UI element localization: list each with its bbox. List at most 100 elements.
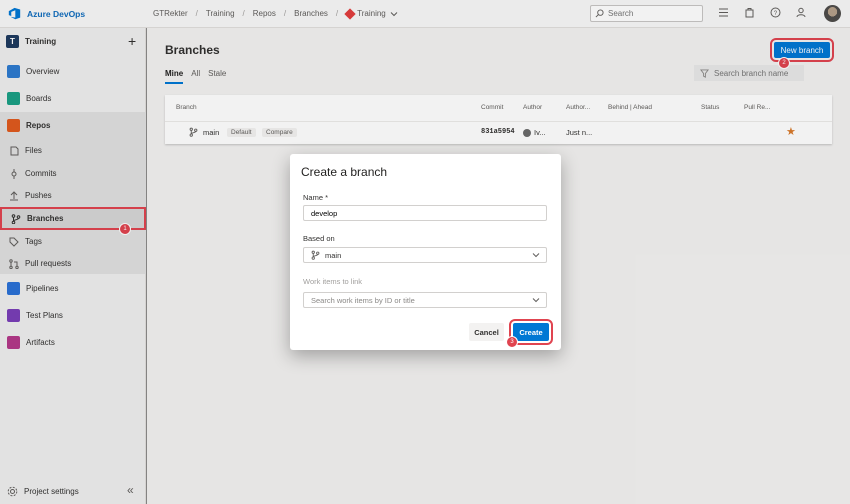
branch-name-field[interactable] bbox=[303, 205, 547, 221]
sidebar-item-label: Files bbox=[25, 146, 42, 155]
commits-icon bbox=[9, 168, 19, 179]
gear-icon bbox=[7, 486, 18, 497]
chevron-down-icon bbox=[532, 298, 540, 303]
step-badge-3: 3 bbox=[506, 336, 518, 348]
new-branch-button[interactable]: New branch bbox=[770, 38, 834, 62]
column-header[interactable]: Branch bbox=[176, 104, 197, 111]
project-name: Training bbox=[25, 37, 57, 46]
help-icon[interactable]: ? bbox=[769, 6, 782, 19]
project-header[interactable]: T Training bbox=[6, 35, 56, 48]
based-on-value: main bbox=[325, 250, 342, 260]
step-badge-1: 1 bbox=[119, 223, 131, 235]
test-plans-icon bbox=[7, 309, 20, 322]
sidebar-item-label: Pull requests bbox=[25, 259, 72, 268]
branch-name[interactable]: main bbox=[203, 128, 219, 137]
user-settings-icon[interactable] bbox=[795, 6, 808, 19]
artifacts-icon bbox=[7, 336, 20, 349]
filter-icon bbox=[700, 68, 709, 78]
sidebar-item-pull-requests[interactable]: Pull requests bbox=[0, 252, 146, 275]
table-row[interactable]: main Default Compare 831a5954 Iv... Just… bbox=[165, 121, 832, 143]
list-icon[interactable] bbox=[717, 6, 730, 19]
star-icon[interactable]: ★ bbox=[786, 125, 796, 138]
branch-icon bbox=[189, 127, 198, 139]
sidebar-item-label: Artifacts bbox=[26, 338, 55, 347]
sidebar-item-test-plans[interactable]: Test Plans bbox=[0, 304, 146, 327]
sidebar-item-commits[interactable]: Commits bbox=[0, 162, 146, 185]
brand-name: Azure DevOps bbox=[27, 8, 86, 19]
sidebar-item-label: Boards bbox=[26, 94, 52, 103]
sidebar-item-overview[interactable]: Overview bbox=[0, 60, 146, 83]
pushes-icon bbox=[9, 190, 19, 201]
breadcrumb-separator: / bbox=[335, 9, 339, 18]
column-header[interactable]: Behind | Ahead bbox=[608, 104, 652, 111]
dialog-title: Create a branch bbox=[301, 165, 388, 179]
git-repo-icon bbox=[344, 7, 356, 20]
column-header[interactable]: Status bbox=[701, 104, 719, 111]
branch-icon bbox=[311, 250, 320, 260]
breadcrumb-repo-picker[interactable]: Training bbox=[344, 7, 398, 20]
project-settings-label: Project settings bbox=[24, 487, 79, 496]
authored-time: Just n... bbox=[566, 128, 593, 137]
work-items-dropdown[interactable]: Search work items by ID or title bbox=[303, 292, 547, 308]
branch-name-input[interactable] bbox=[311, 208, 531, 218]
default-tag: Default bbox=[227, 128, 256, 137]
breadcrumb-repos[interactable]: Repos bbox=[253, 9, 276, 18]
chevron-down-icon bbox=[532, 253, 540, 258]
pipelines-icon bbox=[7, 282, 20, 295]
based-on-label: Based on bbox=[303, 234, 335, 243]
sidebar-item-repos[interactable]: Repos bbox=[0, 114, 146, 137]
breadcrumb-org[interactable]: GTRekter bbox=[153, 9, 188, 18]
commit-id[interactable]: 831a5954 bbox=[481, 128, 515, 136]
brand[interactable]: Azure DevOps bbox=[8, 7, 85, 20]
tab-all[interactable]: All bbox=[191, 69, 200, 84]
project-settings[interactable]: Project settings bbox=[7, 486, 79, 497]
files-icon bbox=[9, 146, 19, 156]
tags-icon bbox=[9, 237, 19, 247]
azure-devops-logo-icon bbox=[8, 7, 21, 20]
tab-mine[interactable]: Mine bbox=[165, 69, 184, 84]
sidebar-item-label: Repos bbox=[26, 121, 51, 130]
column-header[interactable]: Author... bbox=[566, 104, 590, 111]
sidebar-item-pipelines[interactable]: Pipelines bbox=[0, 277, 146, 300]
cancel-button[interactable]: Cancel bbox=[469, 323, 504, 341]
branch-search-input[interactable] bbox=[714, 68, 799, 78]
project-badge: T bbox=[6, 35, 19, 48]
sidebar-item-artifacts[interactable]: Artifacts bbox=[0, 331, 146, 354]
overview-icon bbox=[7, 65, 20, 78]
search-box[interactable] bbox=[590, 5, 703, 22]
chevron-down-icon bbox=[390, 11, 398, 16]
user-avatar[interactable] bbox=[824, 5, 841, 22]
sidebar-item-label: Branches bbox=[27, 214, 64, 223]
sidebar-item-label: Pushes bbox=[25, 191, 52, 200]
boards-icon bbox=[7, 92, 20, 105]
breadcrumb: GTRekter / Training / Repos / Branches /… bbox=[153, 7, 398, 20]
author-avatar bbox=[523, 129, 531, 138]
tab-stale[interactable]: Stale bbox=[208, 69, 226, 84]
pull-requests-icon bbox=[9, 258, 19, 269]
add-icon[interactable]: + bbox=[128, 33, 136, 49]
create-branch-dialog: Create a branch Name * Based on main Wor… bbox=[290, 154, 561, 350]
create-button[interactable]: Create bbox=[509, 319, 553, 345]
column-header[interactable]: Author bbox=[523, 104, 542, 111]
sidebar-item-label: Pipelines bbox=[26, 284, 59, 293]
svg-text:?: ? bbox=[774, 11, 778, 17]
shopping-bag-icon[interactable] bbox=[743, 6, 756, 19]
step-badge-2: 2 bbox=[778, 57, 790, 69]
breadcrumb-branches[interactable]: Branches bbox=[294, 9, 328, 18]
sidebar-item-boards[interactable]: Boards bbox=[0, 87, 146, 110]
breadcrumb-project[interactable]: Training bbox=[206, 9, 235, 18]
sidebar-item-files[interactable]: Files bbox=[0, 139, 146, 162]
breadcrumb-separator: / bbox=[242, 9, 245, 18]
compare-tag[interactable]: Compare bbox=[262, 128, 297, 137]
search-input[interactable] bbox=[608, 9, 696, 18]
sidebar-item-label: Test Plans bbox=[26, 311, 63, 320]
collapse-sidebar-icon[interactable]: « bbox=[127, 483, 134, 497]
breadcrumb-separator: / bbox=[283, 9, 287, 18]
repos-icon bbox=[7, 119, 20, 132]
based-on-dropdown[interactable]: main bbox=[303, 247, 547, 263]
breadcrumb-repo: Training bbox=[357, 9, 386, 18]
column-header[interactable]: Pull Re... bbox=[744, 104, 770, 111]
sidebar-item-pushes[interactable]: Pushes bbox=[0, 184, 146, 207]
column-header[interactable]: Commit bbox=[481, 104, 503, 111]
page-title: Branches bbox=[165, 43, 220, 57]
